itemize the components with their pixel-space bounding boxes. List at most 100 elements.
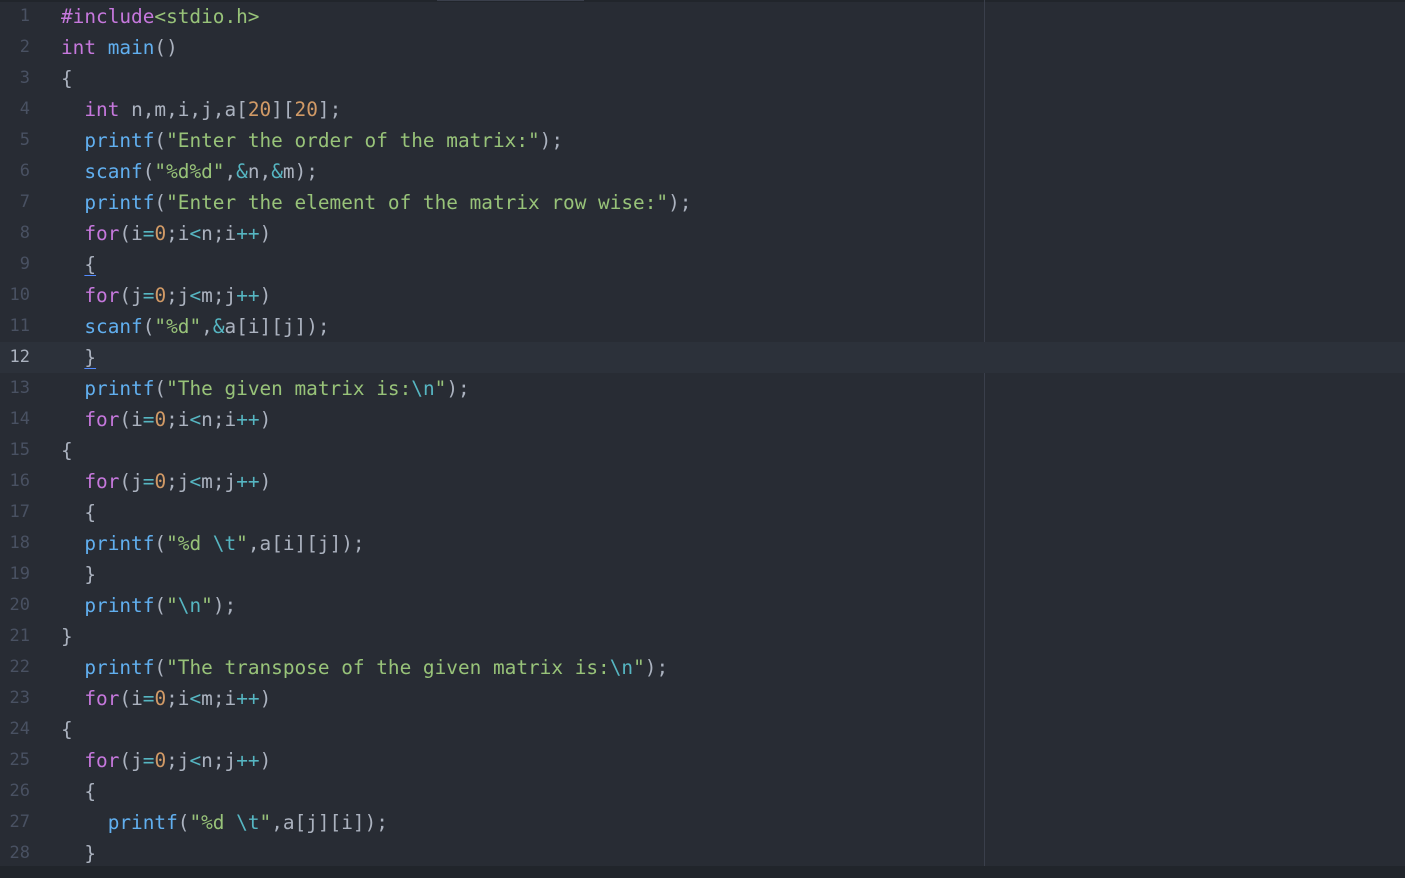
token-pun: ) <box>259 222 272 245</box>
code-line[interactable]: 9 { <box>0 249 1405 280</box>
code-text[interactable]: { <box>61 714 73 745</box>
code-text[interactable]: scanf("%d%d",&n,&m); <box>61 156 318 187</box>
code-text[interactable]: for(j=0;j<m;j++) <box>61 280 271 311</box>
line-number[interactable]: 15 <box>0 435 30 466</box>
code-line[interactable]: 4 int n,m,i,j,a[20][20]; <box>0 94 1405 125</box>
code-text[interactable]: for(i=0;i<n;i++) <box>61 218 271 249</box>
code-text[interactable]: { <box>61 435 73 466</box>
token-str: "Enter the order of the matrix:" <box>166 129 540 152</box>
code-text[interactable]: printf("\n"); <box>61 590 236 621</box>
code-line[interactable]: 19 } <box>0 559 1405 590</box>
code-line[interactable]: 25 for(j=0;j<n;j++) <box>0 745 1405 776</box>
line-number[interactable]: 7 <box>0 187 30 218</box>
code-line[interactable]: 28 } <box>0 838 1405 869</box>
line-number[interactable]: 23 <box>0 683 30 714</box>
line-number[interactable]: 20 <box>0 590 30 621</box>
line-number[interactable]: 17 <box>0 497 30 528</box>
code-line[interactable]: 13 printf("The given matrix is:\n"); <box>0 373 1405 404</box>
token-pun: { <box>61 718 73 741</box>
code-line[interactable]: 24 { <box>0 714 1405 745</box>
code-text[interactable]: printf("The transpose of the given matri… <box>61 652 668 683</box>
code-text[interactable]: scanf("%d",&a[i][j]); <box>61 311 329 342</box>
line-number[interactable]: 22 <box>0 652 30 683</box>
code-line[interactable]: 26 { <box>0 776 1405 807</box>
code-line[interactable]: 6 scanf("%d%d",&n,&m); <box>0 156 1405 187</box>
line-number[interactable]: 8 <box>0 218 30 249</box>
code-text[interactable]: { <box>61 63 73 94</box>
code-text[interactable]: for(j=0;j<m;j++) <box>61 466 271 497</box>
code-line[interactable]: 17 { <box>0 497 1405 528</box>
line-number[interactable]: 6 <box>0 156 30 187</box>
code-line[interactable]: 10 for(j=0;j<m;j++) <box>0 280 1405 311</box>
line-number[interactable]: 5 <box>0 125 30 156</box>
code-line[interactable]: 3{ <box>0 63 1405 94</box>
token-kw: #include <box>61 5 155 28</box>
code-line[interactable]: 20 printf("\n"); <box>0 590 1405 621</box>
line-number[interactable]: 2 <box>0 32 30 63</box>
line-number[interactable]: 18 <box>0 528 30 559</box>
code-text[interactable]: #include<stdio.h> <box>61 1 259 32</box>
code-text[interactable]: printf("Enter the order of the matrix:")… <box>61 125 563 156</box>
code-line[interactable]: 5 printf("Enter the order of the matrix:… <box>0 125 1405 156</box>
line-number[interactable]: 19 <box>0 559 30 590</box>
token-kw: for <box>84 284 120 307</box>
line-number[interactable]: 16 <box>0 466 30 497</box>
token-pun: , <box>224 160 237 183</box>
code-text[interactable]: } <box>61 559 96 590</box>
code-text[interactable]: int main() <box>61 32 178 63</box>
line-number[interactable]: 3 <box>0 63 30 94</box>
line-number[interactable]: 28 <box>0 838 30 869</box>
code-line[interactable]: 23 for(i=0;i<m;i++) <box>0 683 1405 714</box>
code-editor[interactable]: 1 #include<stdio.h> 2 int main() 3{4 int n,m… <box>0 0 1405 878</box>
token-op: ++ <box>236 749 260 772</box>
token-pun: m;j <box>201 470 237 493</box>
line-number[interactable]: 1 <box>0 1 30 32</box>
line-number[interactable]: 11 <box>0 311 30 342</box>
code-line[interactable]: 8 for(i=0;i<n;i++) <box>0 218 1405 249</box>
code-line[interactable]: 14 for(i=0;i<n;i++) <box>0 404 1405 435</box>
line-number[interactable]: 24 <box>0 714 30 745</box>
code-line[interactable]: 12 } <box>0 342 1405 373</box>
code-line[interactable]: 7 printf("Enter the element of the matri… <box>0 187 1405 218</box>
code-text[interactable]: } <box>61 621 73 652</box>
token-pun: n;i <box>201 222 237 245</box>
code-text[interactable]: } <box>61 342 96 373</box>
code-text[interactable]: { <box>61 776 96 807</box>
code-text[interactable]: int n,m,i,j,a[20][20]; <box>61 94 341 125</box>
code-line[interactable]: 27 printf("%d \t",a[j][i]); <box>0 807 1405 838</box>
code-text[interactable]: { <box>61 249 96 280</box>
code-text[interactable]: for(i=0;i<n;i++) <box>61 404 271 435</box>
code-text[interactable]: { <box>61 497 96 528</box>
code-line[interactable]: 11 scanf("%d",&a[i][j]); <box>0 311 1405 342</box>
code-text[interactable]: printf("The given matrix is:\n"); <box>61 373 469 404</box>
code-text[interactable]: printf("%d \t",a[i][j]); <box>61 528 364 559</box>
line-number[interactable]: 25 <box>0 745 30 776</box>
line-number[interactable]: 27 <box>0 807 30 838</box>
code-line[interactable]: 15 { <box>0 435 1405 466</box>
line-number[interactable]: 4 <box>0 94 30 125</box>
line-number[interactable]: 14 <box>0 404 30 435</box>
token-str: " <box>259 811 272 834</box>
code-line[interactable]: 22 printf("The transpose of the given ma… <box>0 652 1405 683</box>
token-fn: printf <box>84 129 155 152</box>
line-number[interactable]: 10 <box>0 280 30 311</box>
code-text[interactable]: printf("%d \t",a[j][i]); <box>61 807 388 838</box>
code-line[interactable]: 21} <box>0 621 1405 652</box>
token-fn: printf <box>84 594 155 617</box>
code-line[interactable]: 16 for(j=0;j<m;j++) <box>0 466 1405 497</box>
line-number[interactable]: 12 <box>0 342 30 373</box>
line-number[interactable]: 21 <box>0 621 30 652</box>
code-line[interactable]: 1 #include<stdio.h> <box>0 1 1405 32</box>
line-number[interactable]: 26 <box>0 776 30 807</box>
code-line[interactable]: 2 int main() <box>0 32 1405 63</box>
token-pun: ;i <box>166 222 190 245</box>
code-text[interactable]: printf("Enter the element of the matrix … <box>61 187 691 218</box>
line-number[interactable]: 13 <box>0 373 30 404</box>
code-line[interactable]: 18 printf("%d \t",a[i][j]); <box>0 528 1405 559</box>
code-text[interactable]: for(i=0;i<m;i++) <box>61 683 271 714</box>
code-text[interactable]: } <box>61 838 96 869</box>
code-text[interactable]: for(j=0;j<n;j++) <box>61 745 271 776</box>
token-pun: m;j <box>201 284 237 307</box>
token-num: 20 <box>294 98 318 121</box>
line-number[interactable]: 9 <box>0 249 30 280</box>
